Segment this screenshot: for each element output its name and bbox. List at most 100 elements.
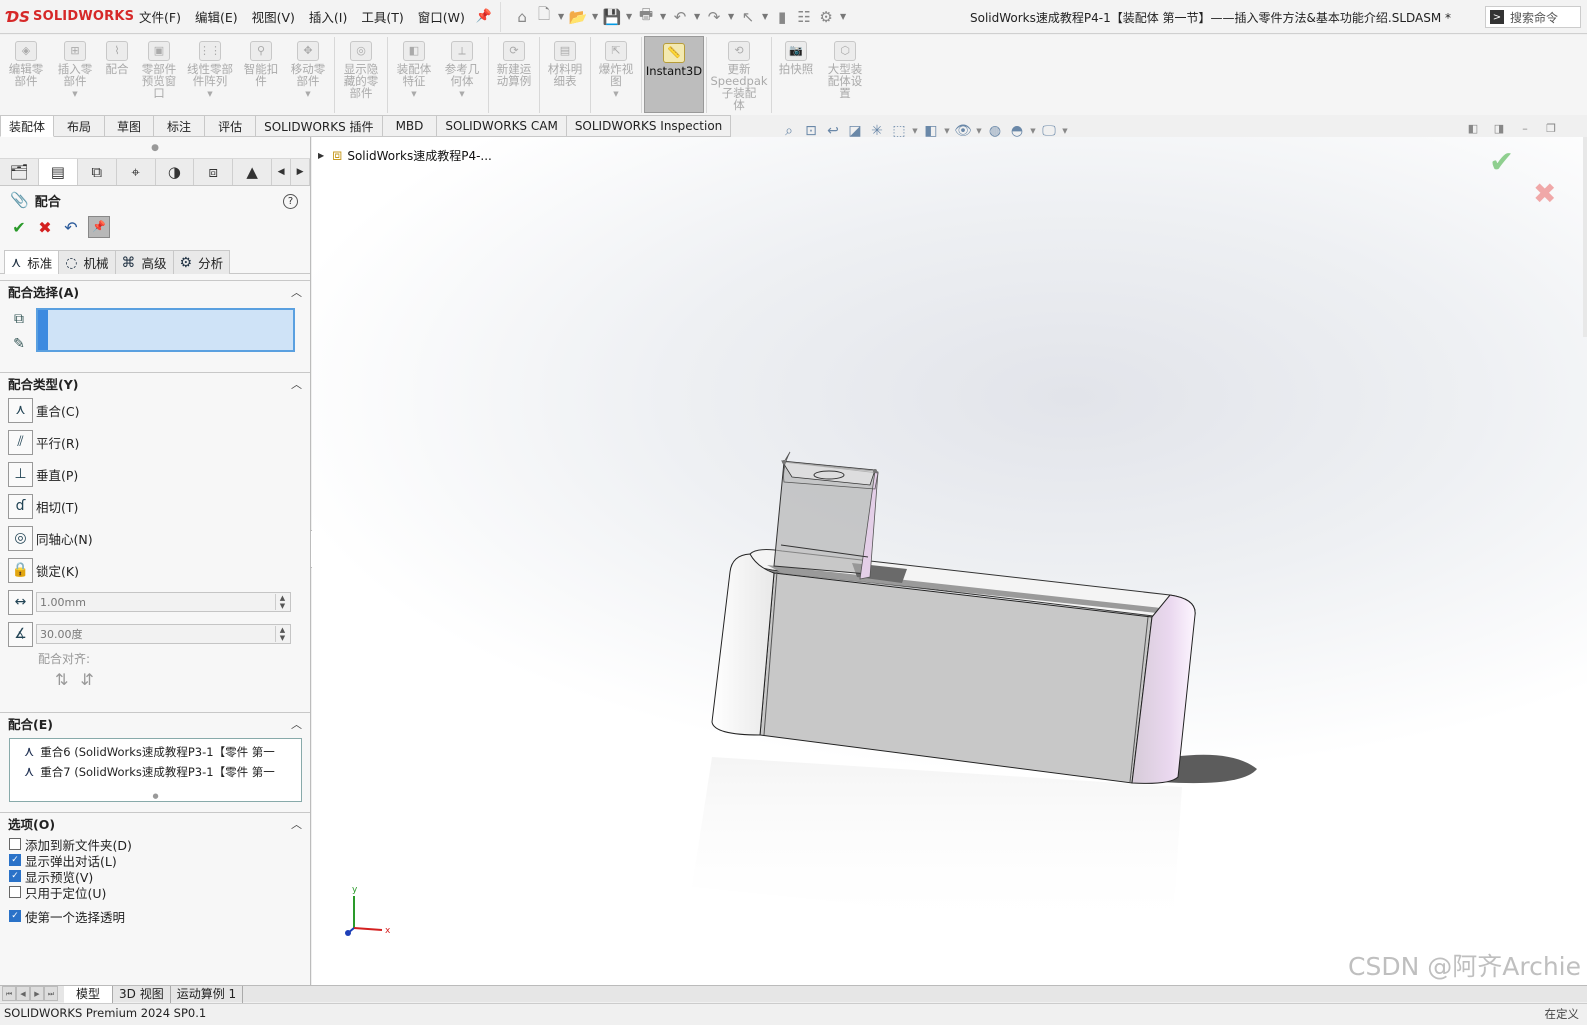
checkbox[interactable]: ✓ bbox=[9, 854, 21, 866]
update-speedpak-button[interactable]: ⟲ 更新 Speedpak 子装配 体 bbox=[709, 35, 769, 115]
undo-icon[interactable]: ↶ bbox=[669, 6, 691, 28]
reference-geometry-button[interactable]: ⟂ 参考几 何体 ▼ bbox=[438, 35, 486, 115]
chevron-down-icon[interactable]: ▼ bbox=[942, 127, 952, 135]
ok-checkmark-icon[interactable]: ✔ bbox=[6, 218, 32, 237]
menu-window[interactable]: 窗口(W) bbox=[411, 7, 472, 26]
mate-selection-header[interactable]: 配合选择(A) ︿ bbox=[0, 280, 310, 302]
tab-3d-views[interactable]: 3D 视图 bbox=[113, 986, 171, 1003]
distance-field[interactable]: 1.00mm ▲ ▼ bbox=[36, 592, 291, 612]
collapse-chevron-icon[interactable]: ︿ bbox=[291, 376, 302, 392]
mate-button[interactable]: ⌇ 配合 bbox=[98, 35, 136, 115]
tab-scroll-right-icon[interactable]: ▶ bbox=[291, 159, 310, 185]
solidworks-logo[interactable]: ƊS SOLIDWORKS bbox=[0, 8, 134, 26]
mate-types-header[interactable]: 配合类型(Y) ︿ bbox=[0, 372, 310, 394]
prev-tab-icon[interactable]: ◀ bbox=[16, 986, 30, 1001]
large-assembly-settings-button[interactable]: ⬡ 大型装 配体设 置 bbox=[818, 35, 872, 115]
mate-type-perpendicular[interactable]: ⊥ 垂直(P) bbox=[0, 458, 310, 490]
chevron-down-icon[interactable]: ▼ bbox=[1028, 127, 1038, 135]
chevron-down-icon[interactable]: ▼ bbox=[613, 88, 618, 100]
move-component-button[interactable]: ✥ 移动零 部件 ▼ bbox=[284, 35, 332, 115]
entities-to-mate-selection-box[interactable] bbox=[36, 308, 295, 352]
tab-assembly[interactable]: 装配体 bbox=[0, 115, 55, 137]
tab-evaluate[interactable]: 评估 bbox=[205, 115, 257, 137]
new-document-icon[interactable]: 🗋 bbox=[533, 5, 555, 28]
checkbox[interactable]: ✓ bbox=[9, 910, 21, 922]
multiple-mate-icon[interactable]: ✎ bbox=[8, 333, 30, 355]
list-item[interactable]: ⋏ 重合6 (SolidWorks速成教程P3-1【零件 第一 bbox=[24, 742, 301, 762]
edit-component-button[interactable]: ◈ 编辑零 部件 bbox=[0, 35, 52, 115]
cam-tab-icon[interactable]: ⧈ bbox=[194, 159, 234, 185]
save-icon[interactable]: 💾 bbox=[601, 6, 623, 28]
option-make-first-selection-transparent[interactable]: ✓ 使第一个选择透明 bbox=[0, 908, 310, 925]
list-item[interactable]: ⋏ 重合7 (SolidWorks速成教程P3-1【零件 第一 bbox=[24, 762, 301, 782]
configuration-manager-tab-icon[interactable]: ⧉ bbox=[78, 159, 117, 185]
collapse-chevron-icon[interactable]: ︿ bbox=[291, 284, 302, 300]
mate-type-tangent[interactable]: ɗ 相切(T) bbox=[0, 490, 310, 522]
mate-type-coincident[interactable]: ⋏ 重合(C) bbox=[0, 394, 310, 426]
linear-pattern-button[interactable]: ⋮⋮ 线性零部 件阵列 ▼ bbox=[182, 35, 238, 115]
minimize-icon[interactable]: – bbox=[1512, 122, 1538, 138]
tab-advanced[interactable]: ⌘ 高级 bbox=[114, 250, 174, 274]
tab-sketch[interactable]: 草图 bbox=[105, 115, 155, 137]
next-tab-icon[interactable]: ▶ bbox=[30, 986, 44, 1001]
tab-layout[interactable]: 布局 bbox=[54, 115, 106, 137]
restore-icon[interactable]: ❐ bbox=[1538, 122, 1564, 138]
component-preview-button[interactable]: ▣ 零部件 预览窗 口 bbox=[136, 35, 182, 115]
file-properties-icon[interactable]: ☷ bbox=[793, 6, 815, 28]
distance-icon[interactable]: ↔ bbox=[8, 589, 33, 615]
menu-file[interactable]: 文件(F) bbox=[132, 7, 188, 26]
menu-tools[interactable]: 工具(T) bbox=[354, 7, 410, 26]
spinner-arrows-icon[interactable]: ▲ ▼ bbox=[275, 626, 289, 642]
bill-of-materials-button[interactable]: ▤ 材料明 细表 bbox=[542, 35, 588, 115]
menu-view[interactable]: 视图(V) bbox=[245, 7, 302, 26]
print-icon[interactable]: 🖶 bbox=[635, 5, 657, 28]
new-motion-study-button[interactable]: ⟳ 新建运 动算例 bbox=[491, 35, 537, 115]
new-dropdown-icon[interactable]: ▼ bbox=[555, 12, 567, 21]
cancel-x-icon[interactable]: ✖ bbox=[32, 218, 58, 237]
tab-mechanical[interactable]: ◌ 机械 bbox=[58, 250, 116, 274]
assembly-features-button[interactable]: ◧ 装配体 特征 ▼ bbox=[390, 35, 438, 115]
3d-model-view[interactable] bbox=[312, 137, 1587, 985]
panel-grip[interactable]: ● bbox=[0, 137, 310, 159]
angle-field[interactable]: 30.00度 ▲ ▼ bbox=[36, 624, 291, 644]
redo-dropdown-icon[interactable]: ▼ bbox=[725, 12, 737, 21]
take-snapshot-button[interactable]: 📷 拍快照 bbox=[774, 35, 818, 115]
anti-aligned-icon[interactable]: ⇵ bbox=[80, 670, 105, 689]
instant3d-button[interactable]: 📏 Instant3D bbox=[644, 36, 704, 113]
option-use-for-positioning-only[interactable]: 只用于定位(U) bbox=[0, 884, 310, 901]
tab-inspection[interactable]: SOLIDWORKS Inspection bbox=[566, 115, 732, 137]
show-hidden-components-button[interactable]: ◎ 显示隐 藏的零 部件 bbox=[337, 35, 385, 115]
tab-analysis[interactable]: ⚙ 分析 bbox=[172, 250, 231, 274]
chevron-down-icon[interactable]: ▼ bbox=[411, 88, 416, 100]
options-gear-icon[interactable]: ⚙ bbox=[815, 6, 837, 28]
options-header[interactable]: 选项(O) ︿ bbox=[0, 812, 310, 834]
pushpin-icon[interactable]: 📌 bbox=[88, 216, 110, 238]
checkbox[interactable] bbox=[9, 838, 21, 850]
tab-model[interactable]: 模型 bbox=[64, 986, 114, 1003]
chevron-down-icon[interactable]: ▼ bbox=[459, 88, 464, 100]
save-dropdown-icon[interactable]: ▼ bbox=[623, 12, 635, 21]
tab-standard[interactable]: ⋏ 标准 bbox=[4, 250, 60, 274]
inspection-tab-icon[interactable]: ▲ bbox=[233, 159, 273, 185]
select-icon[interactable]: ↖ bbox=[737, 6, 759, 28]
collapse-chevron-icon[interactable]: ︿ bbox=[291, 816, 302, 832]
chevron-down-icon[interactable]: ▼ bbox=[207, 88, 212, 100]
spinner-arrows-icon[interactable]: ▲ ▼ bbox=[275, 594, 289, 610]
print-dropdown-icon[interactable]: ▼ bbox=[657, 12, 669, 21]
tab-mbd[interactable]: MBD bbox=[382, 115, 438, 137]
chevron-down-icon[interactable]: ▼ bbox=[72, 88, 77, 100]
tab-cam[interactable]: SOLIDWORKS CAM bbox=[437, 115, 567, 137]
pin-menu-icon[interactable]: 📌 bbox=[476, 9, 492, 24]
mates-list[interactable]: ⋏ 重合6 (SolidWorks速成教程P3-1【零件 第一 ⋏ 重合7 (S… bbox=[9, 738, 302, 802]
angle-icon[interactable]: ∡ bbox=[8, 621, 33, 647]
first-tab-icon[interactable]: ⏮ bbox=[2, 986, 16, 1001]
smart-fasteners-button[interactable]: ⚲ 智能扣 件 bbox=[238, 35, 284, 115]
insert-component-button[interactable]: ⊞ 插入零 部件 ▼ bbox=[52, 35, 98, 115]
mate-type-parallel[interactable]: ⫽ 平行(R) bbox=[0, 426, 310, 458]
chevron-down-icon[interactable]: ▼ bbox=[1060, 127, 1070, 135]
rebuild-icon[interactable]: ▮ bbox=[771, 6, 793, 28]
chevron-down-icon[interactable]: ▼ bbox=[974, 127, 984, 135]
redo-icon[interactable]: ↷ bbox=[703, 6, 725, 28]
tab-motion-study[interactable]: 运动算例 1 bbox=[171, 986, 244, 1003]
open-icon[interactable]: 📂 bbox=[567, 6, 589, 28]
